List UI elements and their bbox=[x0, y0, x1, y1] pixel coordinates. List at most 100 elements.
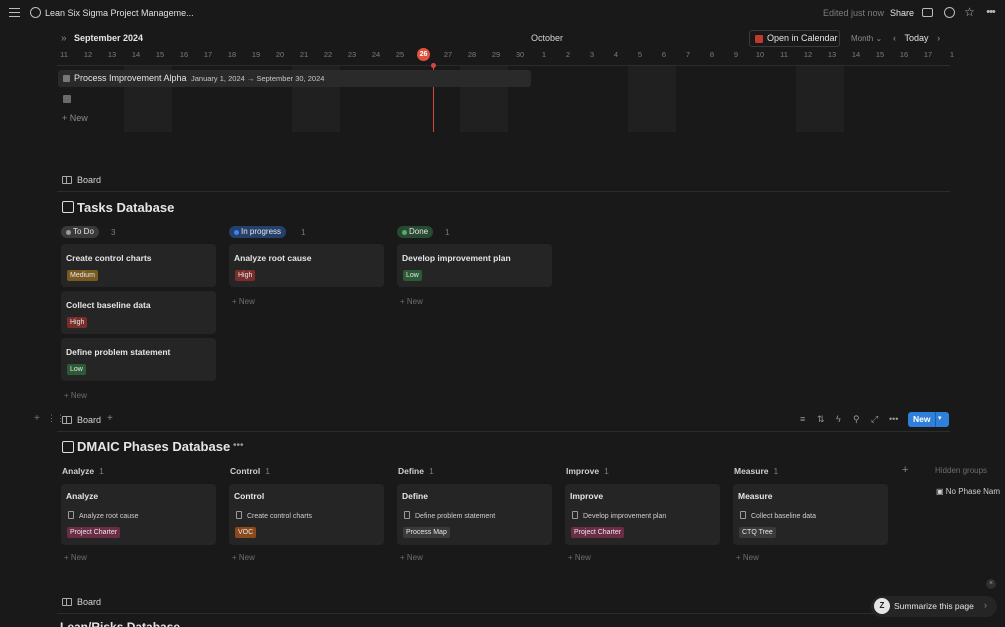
timeline-item-bar[interactable]: Process Improvement Alpha January 1, 202… bbox=[58, 70, 531, 87]
status-group-1[interactable]: In progress bbox=[229, 226, 287, 238]
group-header[interactable]: Define 1 bbox=[398, 466, 434, 476]
more-icon[interactable]: ••• bbox=[985, 7, 996, 18]
timeline-day: 30 bbox=[515, 50, 525, 59]
status-group-0[interactable]: To Do bbox=[61, 226, 99, 238]
automation-icon[interactable]: ϟ bbox=[836, 414, 841, 424]
add-block-icon[interactable]: + bbox=[34, 413, 40, 424]
task-card[interactable]: Develop improvement plan Low bbox=[397, 244, 552, 287]
hidden-groups-label: Hidden groups bbox=[935, 466, 988, 475]
new-label: New bbox=[742, 553, 759, 562]
timeline-day: 19 bbox=[251, 50, 261, 59]
status-group-2[interactable]: Done bbox=[397, 226, 434, 238]
group-header[interactable]: Improve 1 bbox=[566, 466, 609, 476]
document-icon bbox=[68, 511, 74, 519]
timeline-day: 15 bbox=[875, 50, 885, 59]
related-task[interactable]: Define problem statement bbox=[404, 511, 495, 520]
add-view-icon[interactable]: + bbox=[107, 413, 113, 424]
new-phase-button[interactable]: + New bbox=[64, 553, 87, 562]
add-group-icon[interactable]: + bbox=[902, 464, 908, 476]
history-icon[interactable] bbox=[944, 7, 955, 18]
page-icon[interactable] bbox=[63, 95, 71, 103]
comment-icon[interactable] bbox=[922, 8, 933, 17]
new-task-button[interactable]: + New bbox=[400, 297, 423, 306]
related-task[interactable]: Develop improvement plan bbox=[572, 511, 666, 520]
hidden-group-no-phase[interactable]: ▣ No Phase Nam bbox=[936, 487, 1000, 496]
new-button[interactable]: New ▾ bbox=[908, 412, 949, 427]
new-phase-button[interactable]: + New bbox=[232, 553, 255, 562]
timeline-day: 17 bbox=[923, 50, 933, 59]
more-icon[interactable]: ••• bbox=[233, 440, 244, 451]
close-icon[interactable]: × bbox=[986, 579, 996, 589]
chevron-down-icon[interactable]: ▾ bbox=[938, 414, 942, 422]
group-count: 1 bbox=[445, 228, 450, 237]
group-header[interactable]: Control 1 bbox=[230, 466, 270, 476]
group-count: 1 bbox=[301, 228, 306, 237]
related-task[interactable]: Create control charts bbox=[236, 511, 312, 520]
priority-tag: High bbox=[235, 270, 256, 281]
collapse-icon[interactable]: » bbox=[61, 33, 67, 44]
timeline-day: 3 bbox=[589, 50, 595, 59]
task-card[interactable]: Collect baseline data High bbox=[61, 291, 216, 334]
related-task[interactable]: Analyze root cause bbox=[68, 511, 139, 520]
view-scale-select[interactable]: Month ⌄ bbox=[851, 34, 882, 43]
more-icon[interactable]: ••• bbox=[889, 414, 898, 424]
group-name: Improve bbox=[566, 466, 600, 476]
new-task-button[interactable]: + New bbox=[64, 391, 87, 400]
new-phase-button[interactable]: + New bbox=[736, 553, 759, 562]
timeline-day: 24 bbox=[371, 50, 381, 59]
task-card[interactable]: Create control charts Medium bbox=[61, 244, 216, 287]
group-header[interactable]: Measure 1 bbox=[734, 466, 778, 476]
page-title[interactable]: Lean Six Sigma Project Manageme... bbox=[45, 8, 194, 18]
summarize-button[interactable]: Z Summarize this page › bbox=[871, 596, 997, 617]
third-database-title[interactable]: Lean/Risks Database bbox=[60, 620, 180, 627]
summarize-label: Summarize this page bbox=[894, 601, 974, 611]
phase-card[interactable]: Define Define problem statement Process Ma… bbox=[397, 484, 552, 545]
related-task-label: Develop improvement plan bbox=[583, 513, 667, 520]
new-task-button[interactable]: + New bbox=[232, 297, 255, 306]
open-in-calendar-button[interactable]: Open in Calendar bbox=[749, 30, 840, 47]
timeline-next-month-label: October bbox=[531, 33, 564, 43]
new-label: New bbox=[238, 297, 255, 306]
status-label: Done bbox=[409, 227, 429, 236]
today-button[interactable]: Today bbox=[905, 33, 929, 43]
sort-icon[interactable]: ⇅ bbox=[817, 414, 825, 425]
share-button[interactable]: Share bbox=[890, 8, 914, 18]
new-phase-button[interactable]: + New bbox=[400, 553, 423, 562]
board-tab-label: Board bbox=[77, 175, 102, 185]
phase-card[interactable]: Control Create control charts VOC bbox=[229, 484, 384, 545]
dmaic-database-title[interactable]: DMAIC Phases Database bbox=[77, 439, 230, 454]
plus-icon: + bbox=[64, 391, 71, 400]
task-title: Analyze root cause bbox=[234, 253, 312, 263]
next-arrow-icon[interactable]: › bbox=[937, 33, 940, 43]
phase-card[interactable]: Analyze Analyze root cause Project Charter bbox=[61, 484, 216, 545]
new-phase-button[interactable]: + New bbox=[568, 553, 591, 562]
timeline-day: 9 bbox=[733, 50, 739, 59]
dmaic-board-tab[interactable]: Board bbox=[62, 415, 101, 425]
sidebar-menu-icon[interactable] bbox=[9, 8, 20, 17]
phase-card[interactable]: Improve Develop improvement plan Project C… bbox=[565, 484, 720, 545]
status-dot bbox=[66, 229, 71, 235]
expand-icon[interactable]: ⤢ bbox=[871, 414, 878, 425]
group-header[interactable]: Analyze 1 bbox=[62, 466, 104, 476]
related-task[interactable]: Collect baseline data bbox=[740, 511, 816, 520]
tasks-database-title[interactable]: Tasks Database bbox=[77, 200, 174, 215]
status-dot bbox=[402, 229, 407, 235]
star-icon[interactable]: ☆ bbox=[964, 6, 975, 18]
third-board-tab[interactable]: Board bbox=[62, 597, 101, 607]
timeline-day: 21 bbox=[299, 50, 309, 59]
timeline-day: 25 bbox=[395, 50, 405, 59]
chevron-down-icon: ⌄ bbox=[875, 34, 883, 43]
page-icon[interactable] bbox=[30, 7, 41, 18]
top-bar: Lean Six Sigma Project Manageme... Edite… bbox=[0, 0, 1005, 27]
group-name: Analyze bbox=[62, 466, 95, 476]
task-title: Collect baseline data bbox=[66, 300, 151, 310]
filter-icon[interactable]: ≡ bbox=[800, 414, 805, 424]
timeline-new-button[interactable]: + New bbox=[62, 113, 88, 123]
phase-card[interactable]: Measure Collect baseline data CTQ Tree bbox=[733, 484, 888, 545]
prev-arrow-icon[interactable]: ‹ bbox=[893, 33, 896, 43]
task-card[interactable]: Analyze root cause High bbox=[229, 244, 384, 287]
tasks-board-tab[interactable]: Board bbox=[62, 175, 101, 185]
task-card[interactable]: Define problem statement Low bbox=[61, 338, 216, 381]
search-icon[interactable]: ⚲ bbox=[853, 414, 860, 425]
plus-icon: + bbox=[736, 553, 743, 562]
